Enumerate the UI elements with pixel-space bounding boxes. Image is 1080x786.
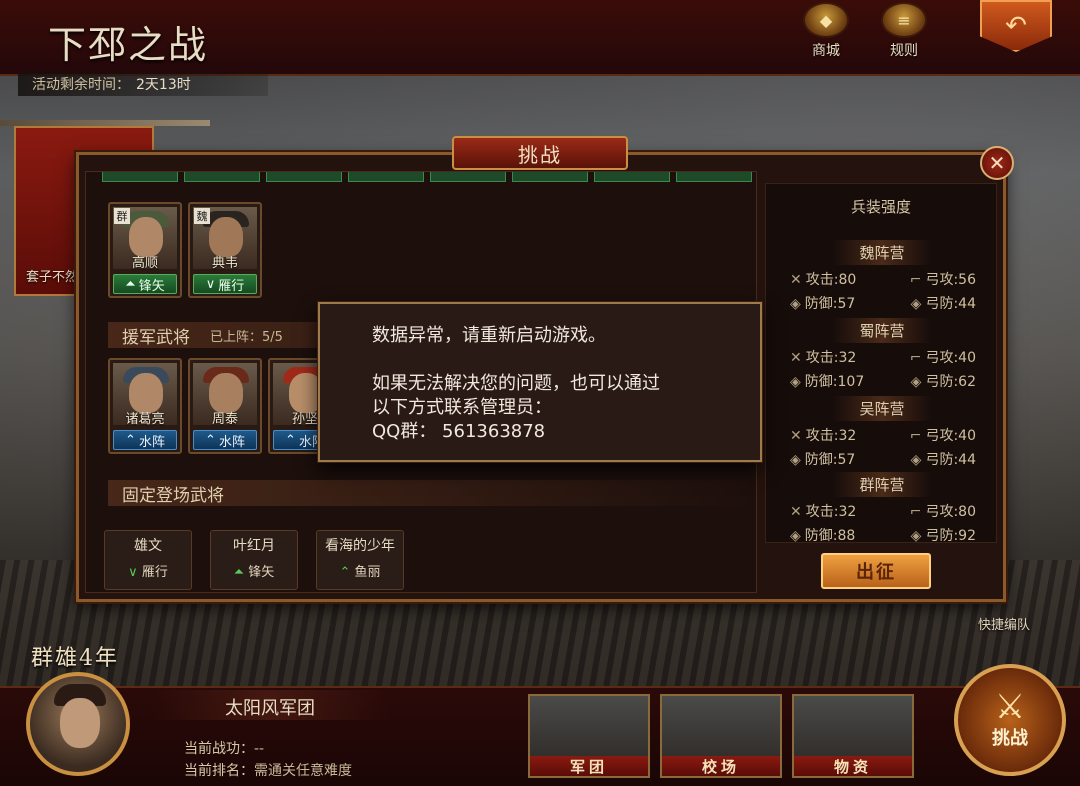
fixed-section-header: 固定登场武将	[108, 480, 748, 506]
bow-shield-icon: ◈	[910, 528, 922, 544]
shield-icon: ◈	[790, 374, 801, 390]
rank-info: 当前排名：需通关任意难度	[184, 763, 352, 779]
time-label: 活动剩余时间：	[32, 77, 130, 93]
camp-name: 魏阵营	[832, 240, 932, 265]
close-icon[interactable]: ✕	[980, 146, 1014, 180]
hero-card[interactable]: 周泰 ⌃ 水阵	[188, 358, 262, 454]
event-time-remaining: 活动剩余时间： 2天13时	[18, 72, 268, 96]
march-button[interactable]: 出征	[821, 553, 931, 589]
fixed-hero-card[interactable]: 看海的少年 ⌃ 鱼丽	[316, 530, 404, 590]
fixed-hero-formation: ⏶ 锋矢	[233, 565, 275, 580]
hero-card[interactable]: 魏 典韦 ∨ 雁行	[188, 202, 262, 298]
camp-name: 蜀阵营	[832, 318, 932, 343]
faction-badge: 魏	[194, 208, 210, 224]
fixed-hero-name: 叶红月	[233, 538, 275, 554]
chevron-down-icon: ∨	[128, 565, 142, 580]
bow-icon: ⌐	[909, 272, 922, 288]
legion-button[interactable]: 军团	[528, 694, 650, 778]
swords-icon: ✕	[790, 504, 802, 520]
camp-stats: 群阵营 ✕ 攻击:32 ⌐ 弓攻:80 ◈ 防御:88 ◈ 弓防:92	[774, 472, 990, 545]
swords-icon: ✕	[790, 350, 802, 366]
camp-stats: 吴阵营 ✕ 攻击:32 ⌐ 弓攻:40 ◈ 防御:57 ◈ 弓防:44	[774, 396, 990, 469]
bow-shield-icon: ◈	[910, 374, 922, 390]
shop-label: 商城	[812, 43, 840, 59]
swords-icon: ✕	[790, 272, 802, 288]
formation-tag: ⌃ 水阵	[113, 430, 177, 450]
hero-card[interactable]: 群 高顺 ⏶ 锋矢	[108, 202, 182, 298]
bow-icon: ⌐	[909, 504, 922, 520]
time-value: 2天13时	[136, 77, 191, 93]
shop-button[interactable]: ◆ 商城	[796, 2, 856, 60]
supplies-button[interactable]: 物资	[792, 694, 914, 778]
formation-tag: ⌃ 水阵	[193, 430, 257, 450]
camp-name: 群阵营	[832, 472, 932, 497]
shield-icon: ◈	[790, 528, 801, 544]
fixed-hero-formation: ⌃ 鱼丽	[339, 565, 381, 580]
wave-icon: ⌃	[285, 432, 296, 448]
training-ground-button[interactable]: 校场	[660, 694, 782, 778]
camp-stats: 魏阵营 ✕ 攻击:80 ⌐ 弓攻:56 ◈ 防御:57 ◈ 弓防:44	[774, 240, 990, 313]
stats-title: 兵装强度	[850, 198, 911, 216]
faction-badge: 群	[114, 208, 130, 224]
fish-formation-icon: ⌃	[339, 565, 355, 580]
hero-name: 典韦	[211, 256, 238, 271]
page-title: 下邳之战	[48, 23, 209, 67]
equipment-strength-panel: 兵装强度 魏阵营 ✕ 攻击:80 ⌐ 弓攻:56 ◈ 防御:57 ◈ 弓防:44 蜀阵营…	[765, 183, 997, 545]
error-message: 数据异常，请重新启动游戏。 如果无法解决您的问题，也可以通过 以下方式联系管理员…	[372, 324, 660, 444]
error-line-3: 以下方式联系管理员：	[372, 397, 552, 418]
reinforce-status: 已上阵：5/5	[210, 329, 283, 345]
cut-off-hero-row	[102, 172, 752, 182]
error-line-4: QQ群： 561363878	[372, 421, 546, 442]
reinforce-title: 援军武将	[122, 327, 190, 348]
fixed-title: 固定登场武将	[122, 485, 224, 506]
fixed-hero-formation: ∨ 雁行	[128, 565, 168, 580]
chevron-down-icon: ∨	[205, 276, 216, 292]
quick-team-button[interactable]: 快捷编队	[978, 614, 1030, 633]
camp-name: 吴阵营	[832, 396, 932, 421]
hero-name: 高顺	[131, 256, 158, 271]
bow-icon: ⌐	[909, 350, 922, 366]
hero-card[interactable]: 诸葛亮 ⌃ 水阵	[108, 358, 182, 454]
error-popup[interactable]: 数据异常，请重新启动游戏。 如果无法解决您的问题，也可以通过 以下方式联系管理员…	[318, 302, 762, 462]
back-badge-icon[interactable]: ↶	[980, 0, 1052, 52]
fixed-hero-card[interactable]: 雄文 ∨ 雁行	[104, 530, 192, 590]
rules-label: 规则	[890, 43, 918, 59]
bow-shield-icon: ◈	[910, 452, 922, 468]
merit-info: 当前战功：--	[184, 741, 265, 757]
shield-icon: ◈	[790, 296, 801, 312]
top-bar: 下邳之战 ◆ 商城 ≡ 规则 ↶	[0, 0, 1080, 76]
hero-name: 周泰	[211, 412, 238, 427]
crossed-swords-icon: ⚔	[994, 687, 1026, 727]
scroll-icon: ≡	[881, 2, 927, 38]
shield-icon: ◈	[790, 452, 801, 468]
swords-icon: ✕	[790, 428, 802, 444]
bow-shield-icon: ◈	[910, 296, 922, 312]
fixed-hero-name: 雄文	[134, 538, 162, 554]
bow-icon: ⌐	[909, 428, 922, 444]
shop-icon: ◆	[803, 2, 849, 38]
rules-button[interactable]: ≡ 规则	[874, 2, 934, 60]
formation-tag: ⏶ 锋矢	[113, 274, 177, 294]
error-line-1: 数据异常，请重新启动游戏。	[372, 325, 606, 346]
hero-name: 诸葛亮	[125, 412, 165, 427]
arrow-up-icon: ⏶	[125, 276, 136, 292]
formation-tag: ∨ 雁行	[193, 274, 257, 294]
wave-icon: ⌃	[205, 432, 216, 448]
avatar[interactable]	[26, 672, 130, 776]
wave-icon: ⌃	[125, 432, 136, 448]
camp-stats: 蜀阵营 ✕ 攻击:32 ⌐ 弓攻:40 ◈ 防御:107 ◈ 弓防:62	[774, 318, 990, 391]
fixed-hero-card[interactable]: 叶红月 ⏶ 锋矢	[210, 530, 298, 590]
legion-name: 太阳风军团	[150, 690, 390, 720]
fixed-hero-name: 看海的少年	[325, 538, 395, 554]
banner-caption: 套子不然	[26, 270, 79, 285]
arrow-up-icon: ⏶	[233, 565, 249, 580]
error-line-2: 如果无法解决您的问题，也可以通过	[372, 373, 660, 394]
challenge-button[interactable]: ⚔ 挑战	[954, 664, 1066, 776]
dialog-title-tab: 挑战	[452, 136, 628, 170]
